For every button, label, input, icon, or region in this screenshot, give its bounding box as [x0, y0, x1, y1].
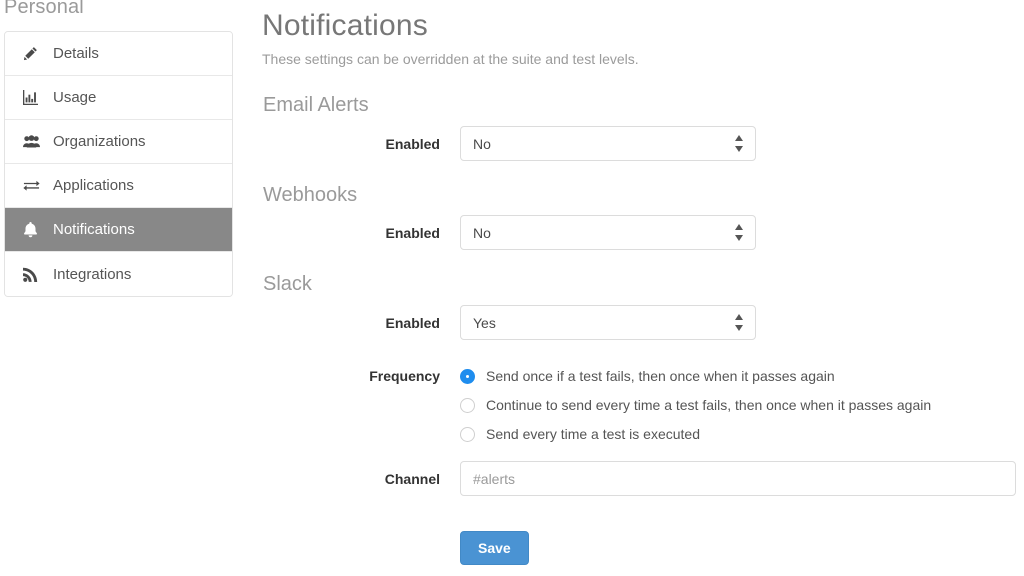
- slack-channel-label: Channel: [280, 469, 440, 489]
- page-title: Notifications: [262, 9, 1024, 43]
- select-spinner-icon: [734, 135, 743, 152]
- settings-page: Personal Details Usage: [0, 0, 1024, 576]
- exchange-icon: [23, 178, 47, 193]
- slack-channel-input[interactable]: #alerts: [460, 461, 1016, 496]
- email-enabled-value: No: [473, 137, 734, 151]
- slack-enabled-select[interactable]: Yes: [460, 305, 756, 340]
- webhooks-enabled-label: Enabled: [280, 223, 440, 243]
- slack-channel-placeholder: #alerts: [473, 471, 515, 487]
- sidebar-item-integrations[interactable]: Integrations: [5, 252, 232, 296]
- pencil-icon: [23, 46, 47, 61]
- users-icon: [23, 134, 47, 149]
- sidebar-item-applications[interactable]: Applications: [5, 164, 232, 208]
- sidebar-item-label: Details: [53, 46, 99, 61]
- radio-icon-selected[interactable]: [460, 369, 475, 384]
- sidebar-item-label: Applications: [53, 178, 134, 193]
- rss-feed-icon: [23, 267, 47, 282]
- sidebar-item-details[interactable]: Details: [5, 32, 232, 76]
- sidebar-item-label: Usage: [53, 90, 96, 105]
- radio-icon[interactable]: [460, 398, 475, 413]
- sidebar-item-label: Integrations: [53, 267, 131, 282]
- section-title-webhooks: Webhooks: [263, 183, 357, 207]
- sidebar-item-label: Notifications: [53, 222, 135, 237]
- frequency-option-every-execution[interactable]: Send every time a test is executed: [460, 424, 700, 444]
- frequency-option-label: Send every time a test is executed: [486, 424, 700, 444]
- sidebar-item-organizations[interactable]: Organizations: [5, 120, 232, 164]
- radio-icon[interactable]: [460, 427, 475, 442]
- email-enabled-select[interactable]: No: [460, 126, 756, 161]
- section-title-email-alerts: Email Alerts: [263, 93, 369, 117]
- section-title-slack: Slack: [263, 272, 312, 296]
- sidebar-nav-panel: Details Usage: [4, 31, 233, 297]
- save-button[interactable]: Save: [460, 531, 529, 565]
- frequency-option-label: Continue to send every time a test fails…: [486, 395, 931, 415]
- slack-enabled-label: Enabled: [280, 313, 440, 333]
- select-spinner-icon: [734, 314, 743, 331]
- webhooks-enabled-value: No: [473, 226, 734, 240]
- select-spinner-icon: [734, 224, 743, 241]
- sidebar-heading: Personal: [4, 0, 84, 19]
- slack-frequency-label: Frequency: [280, 366, 440, 386]
- frequency-option-continuous[interactable]: Continue to send every time a test fails…: [460, 395, 931, 415]
- bell-icon: [23, 222, 47, 238]
- frequency-option-once[interactable]: Send once if a test fails, then once whe…: [460, 366, 835, 386]
- webhooks-enabled-select[interactable]: No: [460, 215, 756, 250]
- page-subtitle: These settings can be overridden at the …: [262, 50, 1024, 68]
- frequency-option-label: Send once if a test fails, then once whe…: [486, 366, 835, 386]
- bar-chart-icon: [23, 90, 47, 105]
- sidebar-item-label: Organizations: [53, 134, 146, 149]
- main-content: Notifications These settings can be over…: [262, 0, 1024, 68]
- sidebar-item-usage[interactable]: Usage: [5, 76, 232, 120]
- slack-enabled-value: Yes: [473, 316, 734, 330]
- sidebar-item-notifications[interactable]: Notifications: [5, 208, 232, 252]
- email-enabled-label: Enabled: [280, 134, 440, 154]
